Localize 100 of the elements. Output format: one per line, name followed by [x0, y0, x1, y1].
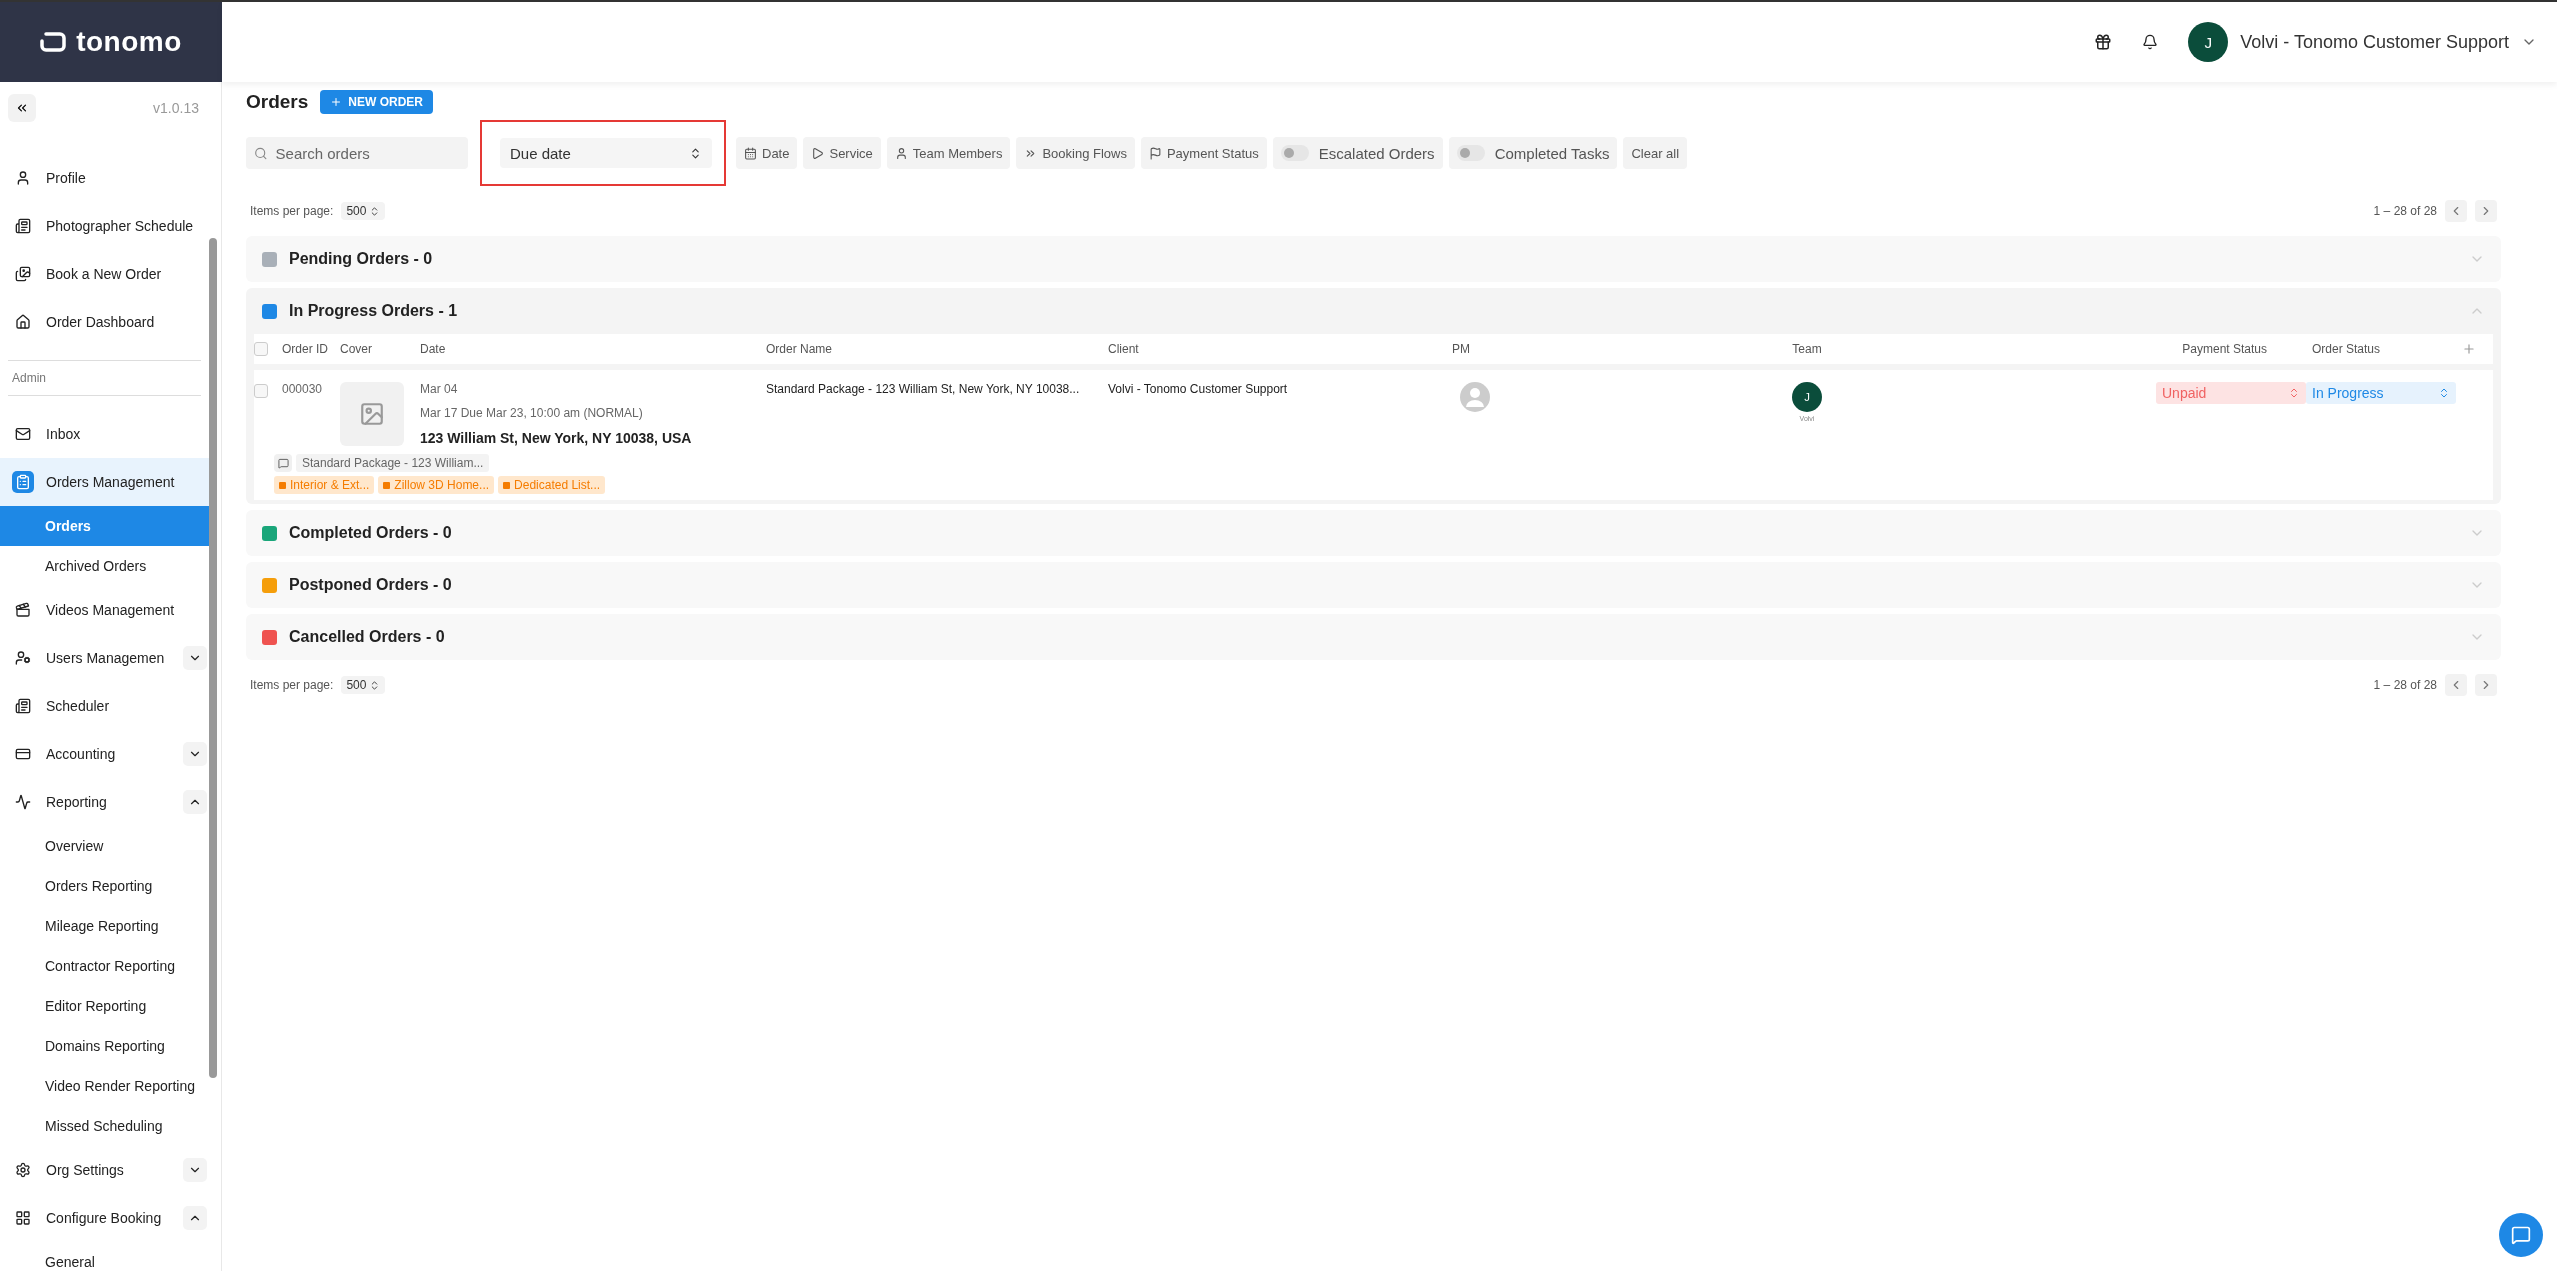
sidebar-item[interactable]: Inbox	[0, 410, 209, 458]
user-avatar: J	[2188, 22, 2229, 62]
items-per-page-select[interactable]: 500	[341, 676, 386, 694]
clear-all-button[interactable]: Clear all	[1623, 137, 1688, 169]
column-header: Team	[1792, 342, 1822, 356]
sidebar-section-label: Admin	[8, 360, 201, 396]
expand-caret-icon[interactable]	[183, 1158, 207, 1182]
plus-icon	[330, 96, 343, 108]
sidebar-item[interactable]: Scheduler	[0, 682, 209, 730]
sidebar-subitem[interactable]: Archived Orders	[0, 546, 209, 586]
filter-icon	[811, 146, 825, 160]
expand-caret-icon[interactable]	[183, 1206, 207, 1230]
user-name: Volvi - Tonomo Customer Support	[2240, 31, 2509, 53]
page-title: Orders	[246, 91, 309, 113]
sidebar-item[interactable]: Orders Management	[0, 458, 209, 506]
previous-page-button[interactable]	[2445, 674, 2467, 696]
sidebar-subitem[interactable]: Editor Reporting	[0, 986, 209, 1026]
new-order-button[interactable]: NEW ORDER	[320, 90, 433, 114]
column-header: Date	[420, 342, 446, 356]
sort-arrows-icon	[689, 146, 702, 160]
image-icon	[359, 401, 385, 427]
expand-caret-icon[interactable]	[183, 742, 207, 766]
toggle-filter[interactable]: Completed Tasks	[1448, 137, 1618, 169]
filter-icon	[1148, 146, 1162, 160]
toggle-filter[interactable]: Escalated Orders	[1272, 137, 1443, 169]
sidebar-subitem[interactable]: Domains Reporting	[0, 1026, 209, 1066]
sidebar-item[interactable]: Photographer Schedule	[0, 202, 209, 250]
version-label: v1.0.13	[153, 100, 199, 116]
search-icon	[254, 145, 268, 161]
select-all-checkbox[interactable]	[254, 342, 268, 356]
group-title[interactable]: Cancelled Orders - 0	[289, 628, 2457, 646]
previous-page-button[interactable]	[2445, 200, 2467, 222]
sidebar-subitem[interactable]: Orders	[0, 506, 209, 546]
search-field[interactable]: Search orders	[246, 137, 468, 169]
sidebar-item-icon	[12, 471, 34, 493]
sidebar-item[interactable]: Book a New Order	[0, 250, 209, 298]
search-input[interactable]: Search orders	[273, 143, 460, 163]
filter-icon	[744, 146, 757, 160]
filter-button[interactable]: Team Members	[886, 137, 1011, 169]
page-range: 1 – 28 of 28	[2373, 678, 2437, 692]
sidebar-item[interactable]: Reporting	[0, 778, 209, 826]
sidebar-item[interactable]: Users Managemen	[0, 634, 209, 682]
logo-icon	[40, 32, 67, 52]
order-date: Mar 04	[420, 382, 459, 396]
filter-button[interactable]: Booking Flows	[1016, 137, 1135, 169]
filter-icon	[894, 146, 908, 160]
column-header: Cover	[340, 342, 372, 356]
user-menu[interactable]: J Volvi - Tonomo Customer Support	[2188, 22, 2537, 62]
sidebar-item[interactable]: Accounting	[0, 730, 209, 778]
column-header: PM	[1452, 342, 1470, 356]
group-title[interactable]: Completed Orders - 0	[289, 524, 2457, 542]
collapse-sidebar-button[interactable]	[8, 94, 36, 122]
sidebar-subitem[interactable]: Video Render Reporting	[0, 1066, 209, 1106]
items-per-page-select[interactable]: 500	[341, 202, 386, 220]
column-header: Order Status	[2312, 342, 2381, 356]
switch[interactable]	[1456, 145, 1485, 161]
order-note: Standard Package - 123 William...	[296, 454, 490, 472]
next-page-button[interactable]	[2475, 674, 2497, 696]
chat-icon	[2511, 1225, 2531, 1245]
sidebar-subitem[interactable]: Contractor Reporting	[0, 946, 209, 986]
switch[interactable]	[1280, 145, 1309, 161]
sidebar-subitem[interactable]: Missed Scheduling	[0, 1106, 209, 1146]
logo-text: tonomo	[76, 26, 182, 58]
group-title[interactable]: In Progress Orders - 1	[289, 302, 2457, 320]
filter-button[interactable]: Service	[803, 137, 881, 169]
expand-caret-icon[interactable]	[183, 790, 207, 814]
column-header: Order Name	[766, 342, 833, 356]
expand-caret-icon[interactable]	[183, 646, 207, 670]
collapse-icon	[15, 101, 29, 115]
add-column-icon[interactable]	[2462, 342, 2476, 356]
sidebar-scrollbar[interactable]	[209, 238, 217, 1078]
order-name[interactable]: Standard Package - 123 William St, New York, NY 10038...	[766, 382, 1080, 396]
due-date: Mar 17 Due Mar 23, 10:00 am (NORMAL)	[420, 406, 644, 420]
sort-select[interactable]: Due date	[500, 138, 712, 168]
filter-button[interactable]: Payment Status	[1140, 137, 1267, 169]
column-header: Payment Status	[2182, 342, 2267, 356]
items-per-page-label: Items per page:	[250, 204, 334, 218]
row-checkbox[interactable]	[254, 384, 268, 398]
sidebar-subitem[interactable]: Orders Reporting	[0, 866, 209, 906]
sidebar-item[interactable]: Configure Booking	[0, 1194, 209, 1242]
group-title[interactable]: Pending Orders - 0	[289, 250, 2457, 268]
column-header: Order ID	[282, 342, 328, 356]
sidebar-subitem[interactable]: General	[0, 1242, 209, 1271]
next-page-button[interactable]	[2475, 200, 2497, 222]
sidebar-item[interactable]: Videos Management	[0, 586, 209, 634]
sort-arrows-icon	[2288, 387, 2300, 399]
sidebar-item[interactable]: Profile	[0, 154, 209, 202]
service-tag: Dedicated List...	[498, 476, 606, 494]
service-tag: Interior & Ext...	[274, 476, 375, 494]
sidebar-subitem[interactable]: Overview	[0, 826, 209, 866]
sidebar-subitem[interactable]: Mileage Reporting	[0, 906, 209, 946]
order-id[interactable]: 000030	[282, 382, 323, 396]
chat-button[interactable]	[2499, 1213, 2543, 1257]
sidebar-item[interactable]: Org Settings	[0, 1146, 209, 1194]
order-address: 123 William St, New York, NY 10038, USA	[420, 430, 693, 446]
gift-icon[interactable]	[2094, 33, 2113, 51]
group-title[interactable]: Postponed Orders - 0	[289, 576, 2457, 594]
notification-bell-icon[interactable]	[2142, 34, 2159, 50]
filter-button[interactable]: Date	[736, 137, 798, 169]
sidebar-item[interactable]: Order Dashboard	[0, 298, 209, 346]
